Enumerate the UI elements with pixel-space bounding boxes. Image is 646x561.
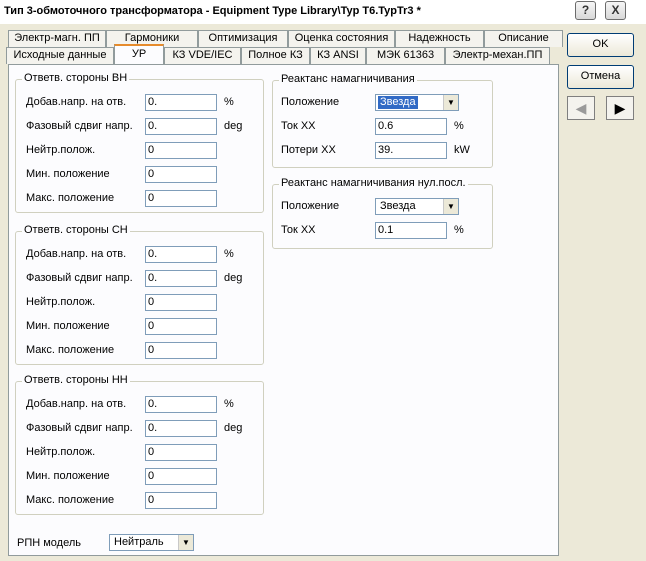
group-zero-seq-magnetizing: Реактанс намагничивания нул.посл. Положе…: [272, 177, 493, 249]
tab-rms-simulation[interactable]: Электр-механ.ПП: [445, 47, 550, 64]
mv-add-voltage-input[interactable]: 0.: [145, 246, 217, 263]
tab-panel-load-flow: Ответв. стороны ВН Добав.напр. на отв. 0…: [8, 64, 559, 556]
chevron-down-icon[interactable]: ▼: [443, 95, 458, 110]
mag-position-value: Звезда: [378, 96, 418, 109]
group-hv-title: Ответв. стороны ВН: [22, 72, 130, 84]
tab-sc-ansi[interactable]: КЗ ANSI: [310, 47, 366, 64]
mag-noload-loss-input[interactable]: 39.: [375, 142, 447, 159]
group-mv-tap: Ответв. стороны СН Добав.напр. на отв. 0…: [15, 224, 264, 365]
tab-row-back: Электр-магн. ПП Гармоники Оптимизация Оц…: [8, 30, 563, 47]
mag0-noload-current-input[interactable]: 0.1: [375, 222, 447, 239]
lv-phase-shift-unit: deg: [224, 422, 243, 434]
chevron-down-icon[interactable]: ▼: [443, 199, 458, 214]
tab-row-front: Исходные данные УР КЗ VDE/IEC Полное КЗ …: [6, 44, 550, 64]
lv-add-voltage-label: Добав.напр. на отв.: [26, 398, 127, 410]
close-button[interactable]: X: [605, 1, 626, 20]
mv-neutral-pos-input[interactable]: 0: [145, 294, 217, 311]
hv-max-pos-input[interactable]: 0: [145, 190, 217, 207]
mv-phase-shift-label: Фазовый сдвиг напр.: [26, 272, 133, 284]
lv-add-voltage-input[interactable]: 0.: [145, 396, 217, 413]
mag0-position-value: Звезда: [380, 200, 416, 212]
group-mag0-title: Реактанс намагничивания нул.посл.: [279, 177, 468, 189]
oltc-model-combo[interactable]: Нейтраль ▼: [109, 534, 194, 551]
tab-iec-61363[interactable]: МЭК 61363: [366, 47, 445, 64]
mv-max-pos-input[interactable]: 0: [145, 342, 217, 359]
mag-noload-current-unit: %: [454, 120, 464, 132]
mv-min-pos-label: Мин. положение: [26, 320, 110, 332]
next-icon[interactable]: ▶: [606, 96, 634, 120]
hv-phase-shift-input[interactable]: 0.: [145, 118, 217, 135]
group-hv-tap: Ответв. стороны ВН Добав.напр. на отв. 0…: [15, 72, 264, 213]
mag-noload-current-input[interactable]: 0.6: [375, 118, 447, 135]
tab-basic-data[interactable]: Исходные данные: [6, 47, 114, 64]
tab-em-transients[interactable]: Электр-магн. ПП: [8, 30, 106, 47]
mag0-noload-current-unit: %: [454, 224, 464, 236]
client-area: Электр-магн. ПП Гармоники Оптимизация Оц…: [0, 24, 646, 561]
previous-icon[interactable]: ◀: [567, 96, 595, 120]
hv-max-pos-label: Макс. положение: [26, 192, 115, 204]
tab-load-flow[interactable]: УР: [114, 44, 164, 64]
tab-complete-sc[interactable]: Полное КЗ: [241, 47, 310, 64]
tab-sc-vde-iec[interactable]: КЗ VDE/IEC: [164, 47, 241, 64]
lv-max-pos-label: Макс. положение: [26, 494, 115, 506]
mv-min-pos-input[interactable]: 0: [145, 318, 217, 335]
hv-phase-shift-label: Фазовый сдвиг напр.: [26, 120, 133, 132]
mv-phase-shift-input[interactable]: 0.: [145, 270, 217, 287]
hv-add-voltage-label: Добав.напр. на отв.: [26, 96, 127, 108]
mv-phase-shift-unit: deg: [224, 272, 243, 284]
group-mv-title: Ответв. стороны СН: [22, 224, 130, 236]
mag-noload-loss-label: Потери ХХ: [281, 144, 336, 156]
mag-noload-current-label: Ток ХХ: [281, 120, 316, 132]
mag0-noload-current-label: Ток ХХ: [281, 224, 316, 236]
oltc-model-value: Нейтраль: [114, 536, 164, 548]
ok-button[interactable]: OK: [567, 33, 634, 57]
group-lv-title: Ответв. стороны НН: [22, 374, 130, 386]
help-button[interactable]: ?: [575, 1, 596, 20]
mv-add-voltage-unit: %: [224, 248, 234, 260]
dialog-window: Тип 3-обмоточного трансформатора - Equip…: [0, 0, 646, 561]
mv-add-voltage-label: Добав.напр. на отв.: [26, 248, 127, 260]
mag-position-label: Положение: [281, 96, 340, 108]
mag-noload-loss-unit: kW: [454, 144, 470, 156]
lv-add-voltage-unit: %: [224, 398, 234, 410]
lv-phase-shift-label: Фазовый сдвиг напр.: [26, 422, 133, 434]
group-magnetizing-reactance: Реактанс намагничивания Положение Звезда…: [272, 73, 493, 168]
tab-reliability[interactable]: Надежность: [395, 30, 484, 47]
group-lv-tap: Ответв. стороны НН Добав.напр. на отв. 0…: [15, 374, 264, 515]
hv-add-voltage-input[interactable]: 0.: [145, 94, 217, 111]
lv-max-pos-input[interactable]: 0: [145, 492, 217, 509]
hv-neutral-pos-label: Нейтр.полож.: [26, 144, 96, 156]
lv-neutral-pos-label: Нейтр.полож.: [26, 446, 96, 458]
lv-phase-shift-input[interactable]: 0.: [145, 420, 217, 437]
hv-phase-shift-unit: deg: [224, 120, 243, 132]
oltc-model-label: РПН модель: [17, 537, 82, 549]
title-bar: Тип 3-обмоточного трансформатора - Equip…: [0, 0, 646, 24]
mag0-position-combo[interactable]: Звезда ▼: [375, 198, 459, 215]
chevron-down-icon[interactable]: ▼: [178, 535, 193, 550]
mv-max-pos-label: Макс. положение: [26, 344, 115, 356]
tab-state-estimation[interactable]: Оценка состояния: [288, 30, 395, 47]
hv-min-pos-label: Мин. положение: [26, 168, 110, 180]
mag0-position-label: Положение: [281, 200, 340, 212]
window-title: Тип 3-обмоточного трансформатора - Equip…: [4, 5, 421, 17]
mv-neutral-pos-label: Нейтр.полож.: [26, 296, 96, 308]
group-mag-title: Реактанс намагничивания: [279, 73, 417, 85]
tab-description[interactable]: Описание: [484, 30, 563, 47]
lv-min-pos-input[interactable]: 0: [145, 468, 217, 485]
hv-neutral-pos-input[interactable]: 0: [145, 142, 217, 159]
lv-neutral-pos-input[interactable]: 0: [145, 444, 217, 461]
hv-add-voltage-unit: %: [224, 96, 234, 108]
cancel-button[interactable]: Отмена: [567, 65, 634, 89]
hv-min-pos-input[interactable]: 0: [145, 166, 217, 183]
tab-optimization[interactable]: Оптимизация: [198, 30, 288, 47]
lv-min-pos-label: Мин. положение: [26, 470, 110, 482]
mag-position-combo[interactable]: Звезда ▼: [375, 94, 459, 111]
